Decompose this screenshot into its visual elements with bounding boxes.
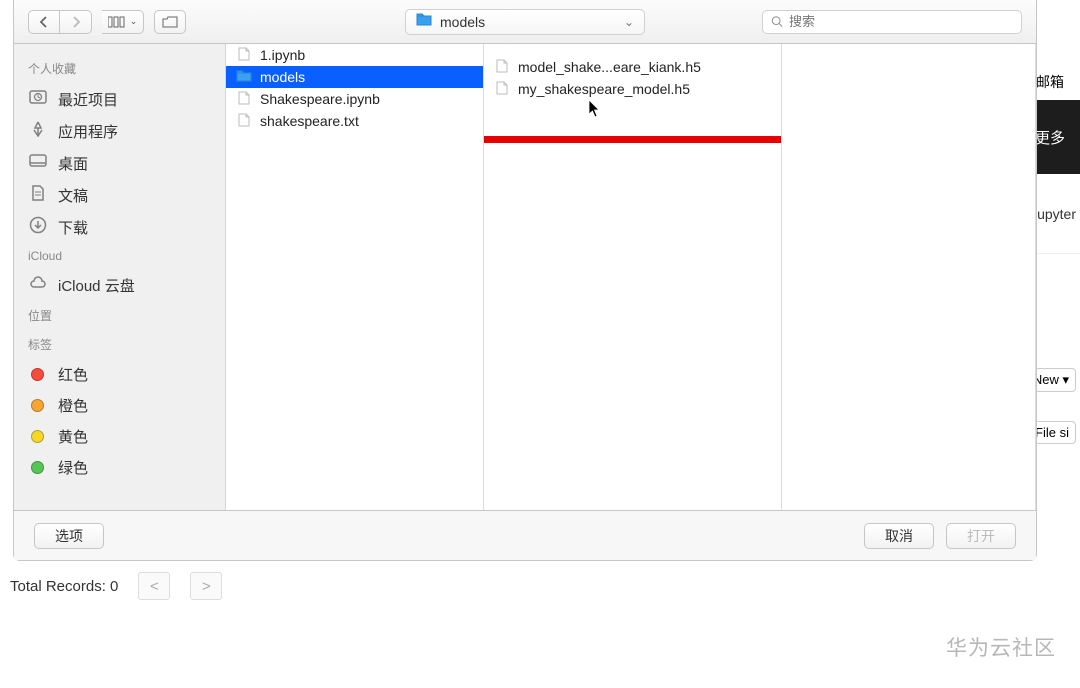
tag-dot-icon	[31, 368, 44, 381]
file-name-label: 1.ipynb	[260, 47, 305, 63]
search-input[interactable]	[789, 14, 1013, 29]
sidebar-item-label: 红色	[58, 364, 88, 385]
sidebar-item-label: 文稿	[58, 185, 88, 206]
clock-icon	[28, 88, 48, 110]
sidebar-item[interactable]: 最近项目	[14, 83, 225, 115]
sidebar-item-label: 应用程序	[58, 121, 118, 142]
sidebar-item[interactable]: 桌面	[14, 147, 225, 179]
watermark-label: 华为云社区	[946, 632, 1056, 662]
sidebar-item-label: 下载	[58, 217, 88, 238]
sidebar-item[interactable]: 橙色	[14, 390, 225, 421]
file-icon	[494, 81, 510, 98]
location-label: models	[440, 14, 616, 30]
view-mode-button[interactable]: ⌄	[102, 10, 144, 34]
tag-dot-icon	[31, 399, 44, 412]
sidebar-item-label: 桌面	[58, 153, 88, 174]
column-2: model_shake...eare_kiank.h5 my_shakespear…	[484, 44, 782, 510]
sidebar-item-label: 绿色	[58, 457, 88, 478]
file-row[interactable]: model_shake...eare_kiank.h5	[484, 56, 781, 78]
file-row[interactable]: 1.ipynb	[226, 44, 483, 66]
sidebar-item-label: 黄色	[58, 426, 88, 447]
tag-dot-icon	[31, 461, 44, 474]
file-row[interactable]: shakespeare.txt	[226, 110, 483, 132]
folder-icon	[416, 12, 432, 31]
sidebar-item[interactable]: iCloud 云盘	[14, 269, 225, 301]
pager-next-button[interactable]: >	[190, 572, 222, 600]
cursor-icon	[588, 99, 602, 119]
file-name-label: models	[260, 69, 305, 85]
sidebar-item[interactable]: 应用程序	[14, 115, 225, 147]
downloads-icon	[28, 216, 48, 238]
file-icon	[494, 59, 510, 76]
file-row[interactable]: Shakespeare.ipynb	[226, 88, 483, 110]
tag-dot-icon	[31, 430, 44, 443]
cloud-icon	[28, 274, 48, 296]
search-icon	[771, 15, 783, 28]
nav-back-forward	[28, 10, 92, 34]
sidebar-item[interactable]: 下载	[14, 211, 225, 243]
sidebar-item[interactable]: 文稿	[14, 179, 225, 211]
sidebar-item-label: iCloud 云盘	[58, 275, 135, 296]
forward-button[interactable]	[60, 10, 92, 34]
desktop-icon	[28, 152, 48, 174]
sidebar-section-header: 标签	[14, 330, 225, 359]
open-button: 打开	[946, 523, 1016, 549]
sidebar-section-header: 位置	[14, 301, 225, 330]
total-records-label: Total Records: 0	[10, 578, 118, 595]
sidebar: 个人收藏最近项目应用程序桌面文稿下载 iCloud iCloud 云盘位置标签红色橙…	[14, 44, 226, 510]
file-name-label: my_shakespeare_model.h5	[518, 81, 690, 97]
view-mode-group: ⌄	[102, 10, 144, 34]
apps-icon	[28, 120, 48, 142]
sidebar-item[interactable]: 绿色	[14, 452, 225, 483]
bottom-bar: 选项 取消 打开	[14, 510, 1036, 560]
back-button[interactable]	[28, 10, 60, 34]
location-popup[interactable]: models ⌄	[405, 9, 645, 35]
sidebar-item[interactable]: 黄色	[14, 421, 225, 452]
sidebar-item-label: 橙色	[58, 395, 88, 416]
sidebar-section-header: iCloud	[14, 243, 225, 269]
file-icon	[236, 47, 252, 64]
file-icon	[236, 91, 252, 108]
pager-prev-button[interactable]: <	[138, 572, 170, 600]
chevron-updown-icon: ⌄	[624, 15, 634, 29]
sidebar-section-header: 个人收藏	[14, 54, 225, 83]
folder-icon	[236, 69, 252, 86]
file-name-label: shakespeare.txt	[260, 113, 359, 129]
toolbar: ⌄ models ⌄	[14, 0, 1036, 44]
file-row[interactable]: models	[226, 66, 483, 88]
options-button[interactable]: 选项	[34, 523, 104, 549]
below-area: Total Records: 0 < >	[0, 560, 1080, 612]
column-3	[782, 44, 1036, 510]
cancel-button[interactable]: 取消	[864, 523, 934, 549]
sidebar-item[interactable]: 红色	[14, 359, 225, 390]
folder-up-button[interactable]	[154, 10, 186, 34]
column-1: 1.ipynb models Shakespeare.ipynb shakespear…	[226, 44, 484, 510]
file-name-label: Shakespeare.ipynb	[260, 91, 380, 107]
docs-icon	[28, 184, 48, 206]
sidebar-item-label: 最近项目	[58, 89, 118, 110]
file-row[interactable]: my_shakespeare_model.h5	[484, 78, 781, 100]
search-field[interactable]	[762, 10, 1022, 34]
file-icon	[236, 113, 252, 130]
file-name-label: model_shake...eare_kiank.h5	[518, 59, 701, 75]
